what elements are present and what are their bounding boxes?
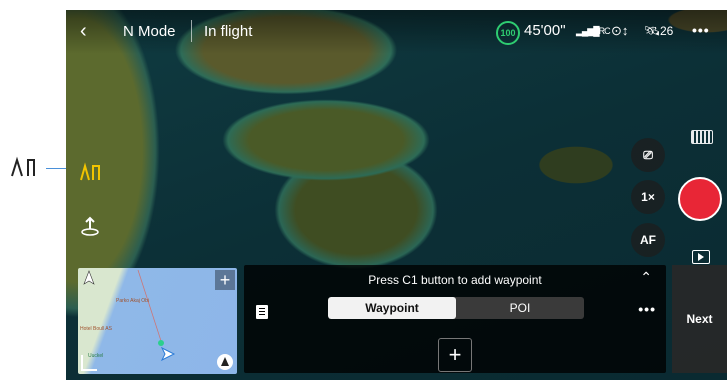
chevron-up-icon[interactable]: ⌃ xyxy=(640,269,652,286)
flight-status-label[interactable]: In flight xyxy=(204,23,252,40)
satellite-icon[interactable]: 🛰 xyxy=(644,23,661,39)
camera-viewport[interactable]: ‹ N Mode In flight 100 45'00" ▂▄▆█RC ⊙↕ … xyxy=(66,10,727,380)
tab-poi[interactable]: POI xyxy=(456,297,584,319)
battery-indicator[interactable]: 100 xyxy=(496,21,520,45)
list-icon[interactable] xyxy=(256,305,268,319)
flight-time-remaining: 45'00" xyxy=(524,22,566,39)
more-options-icon[interactable]: ••• xyxy=(638,301,656,317)
add-waypoint-button[interactable]: + xyxy=(438,338,472,372)
record-button[interactable] xyxy=(678,177,722,221)
compass-icon xyxy=(83,270,95,285)
next-button[interactable]: Next xyxy=(672,265,727,373)
playback-icon[interactable] xyxy=(692,250,710,264)
waypoint-route-icon[interactable] xyxy=(78,160,102,184)
satellite-count: 26 xyxy=(660,24,674,38)
expand-map-button[interactable]: + xyxy=(215,270,235,290)
map-place-label: Hotel Boull AS xyxy=(80,326,112,332)
mini-map[interactable]: Parko Akaj Obi Hotel Boull AS Uuckel + xyxy=(78,268,237,374)
map-place-label: Parko Akaj Obi xyxy=(116,298,150,304)
back-chevron-icon[interactable]: ‹ xyxy=(80,21,96,41)
flight-mode-label[interactable]: N Mode xyxy=(123,23,176,40)
more-icon[interactable]: ••• xyxy=(692,22,710,38)
topbar-separator xyxy=(191,20,192,42)
aircraft-marker-icon xyxy=(160,346,176,362)
locate-aircraft-button[interactable] xyxy=(217,354,233,370)
signal-label: RC xyxy=(598,26,611,36)
tab-waypoint[interactable]: Waypoint xyxy=(328,297,456,319)
film-icon[interactable] xyxy=(691,130,713,144)
waypoint-hint: Press C1 button to add waypoint xyxy=(368,273,542,287)
collapse-map-icon[interactable] xyxy=(81,355,97,371)
autofocus-button[interactable]: AF xyxy=(631,223,665,257)
camera-switch-button[interactable]: ⎚ xyxy=(631,138,665,172)
signal-strength-icon[interactable]: ▂▄▆█RC xyxy=(576,26,611,37)
takeoff-altitude-icon[interactable] xyxy=(79,215,101,237)
gimbal-icon[interactable]: ⊙↕ xyxy=(611,23,628,39)
zoom-button[interactable]: 1× xyxy=(631,180,665,214)
top-bar: ‹ N Mode In flight 100 45'00" ▂▄▆█RC ⊙↕ … xyxy=(66,10,727,54)
waypoint-route-callout-icon xyxy=(11,156,35,177)
waypoint-panel: Press C1 button to add waypoint ⌃ Waypoi… xyxy=(244,265,666,373)
mode-segmented-control: Waypoint POI xyxy=(328,297,584,319)
